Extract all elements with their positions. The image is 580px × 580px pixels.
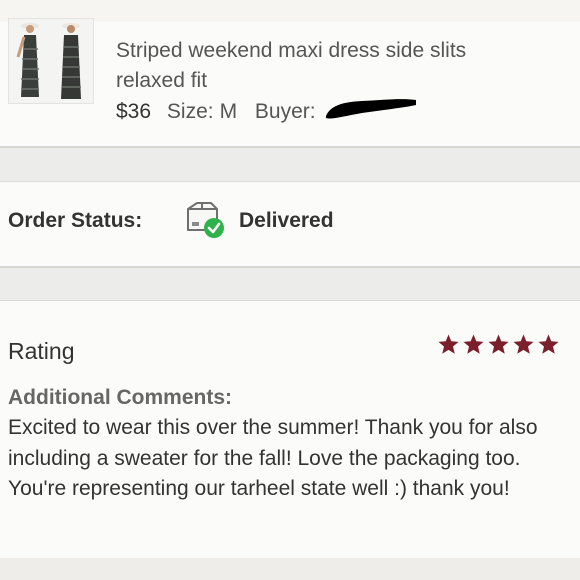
size-value: M <box>219 100 238 123</box>
bottom-band <box>0 558 580 580</box>
star-icon <box>463 334 484 354</box>
star-icon <box>513 334 534 354</box>
size-label: Size: <box>166 100 214 123</box>
item-title[interactable]: Striped weekend maxi dress side slits re… <box>116 36 536 96</box>
order-status-label: Order Status: <box>8 209 143 232</box>
buyer-label: Buyer: <box>254 100 316 123</box>
rating-title: Rating <box>8 338 75 364</box>
buyer-redaction <box>322 96 418 122</box>
star-icon <box>488 334 509 354</box>
star-icon <box>438 334 459 354</box>
order-status-value: Delivered <box>239 209 334 232</box>
item-meta: $36 Size: M Buyer: <box>116 97 418 127</box>
item-thumbnail[interactable] <box>8 18 94 104</box>
star-icon <box>538 334 559 354</box>
additional-comments-text: Excited to wear this over the summer! Th… <box>8 416 538 500</box>
package-delivered-icon <box>185 200 227 240</box>
item-price: $36 <box>116 100 152 123</box>
star-rating <box>437 333 560 356</box>
additional-comments-label: Additional Comments: <box>8 386 232 409</box>
